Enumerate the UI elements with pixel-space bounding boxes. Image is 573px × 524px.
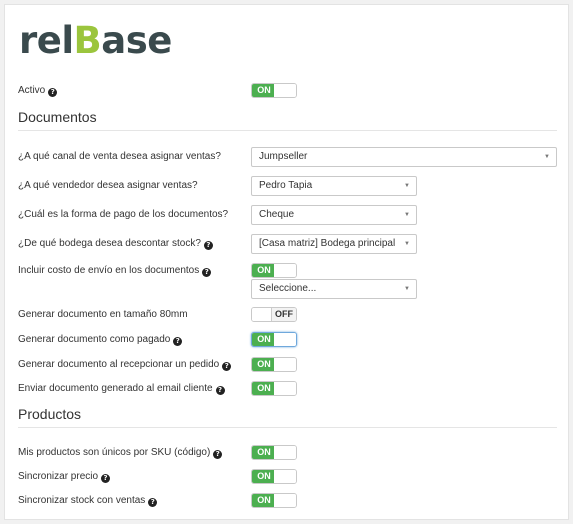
caret-down-icon: ▼ [404,212,410,218]
sku-unicos-toggle[interactable]: ON [251,445,297,460]
help-icon[interactable]: ? [215,386,225,395]
help-icon[interactable]: ? [202,268,212,277]
bodega-select[interactable]: [Casa matriz] Bodega principal ▼ [251,234,417,254]
sinc-stock-label: Sincronizar stock con ventas? [18,494,158,508]
vendedor-label: ¿A qué vendedor desea asignar ventas? [18,180,198,191]
tamano-80mm-label: Generar documento en tamaño 80mm [18,309,188,320]
productos-divider [18,427,557,428]
costo-envio-toggle[interactable]: ON [251,263,297,278]
relbase-logo: relBase [19,19,172,62]
settings-panel: relBase Activo? ON Documentos ¿A qué can… [4,4,569,520]
help-icon[interactable]: ? [222,362,232,371]
canal-label: ¿A qué canal de venta desea asignar vent… [18,151,221,162]
enviar-email-toggle[interactable]: ON [251,381,297,396]
canal-select[interactable]: Jumpseller ▼ [251,147,557,167]
forma-pago-label: ¿Cuál es la forma de pago de los documen… [18,209,229,220]
costo-envio-select[interactable]: Seleccione... ▼ [251,279,417,299]
forma-pago-select[interactable]: Cheque ▼ [251,205,417,225]
documentos-divider [18,130,557,131]
como-pagado-toggle[interactable]: ON [251,332,297,347]
help-icon[interactable]: ? [48,88,58,97]
bodega-label: ¿De qué bodega desea descontar stock?? [18,237,213,251]
caret-down-icon: ▼ [404,286,410,292]
al-recepcionar-label: Generar documento al recepcionar un pedi… [18,358,232,372]
productos-heading: Productos [18,406,82,422]
enviar-email-label: Enviar documento generado al email clien… [18,382,225,396]
sinc-stock-toggle[interactable]: ON [251,493,297,508]
help-icon[interactable]: ? [101,474,111,483]
caret-down-icon: ▼ [404,241,410,247]
caret-down-icon: ▼ [544,154,550,160]
sku-unicos-label: Mis productos son únicos por SKU (código… [18,446,223,460]
documentos-heading: Documentos [18,109,97,125]
help-icon[interactable]: ? [173,337,183,346]
costo-envio-label: Incluir costo de envío en los documentos… [18,264,212,278]
help-icon[interactable]: ? [203,241,213,250]
caret-down-icon: ▼ [404,183,410,189]
sinc-precio-label: Sincronizar precio? [18,470,111,484]
como-pagado-label: Generar documento como pagado? [18,333,183,347]
activo-toggle[interactable]: ON [251,83,297,98]
al-recepcionar-toggle[interactable]: ON [251,357,297,372]
tamano-80mm-toggle[interactable]: OFF [251,307,297,322]
help-icon[interactable]: ? [213,450,223,459]
sinc-precio-toggle[interactable]: ON [251,469,297,484]
help-icon[interactable]: ? [148,498,158,507]
vendedor-select[interactable]: Pedro Tapia ▼ [251,176,417,196]
activo-label: Activo? [18,84,58,98]
